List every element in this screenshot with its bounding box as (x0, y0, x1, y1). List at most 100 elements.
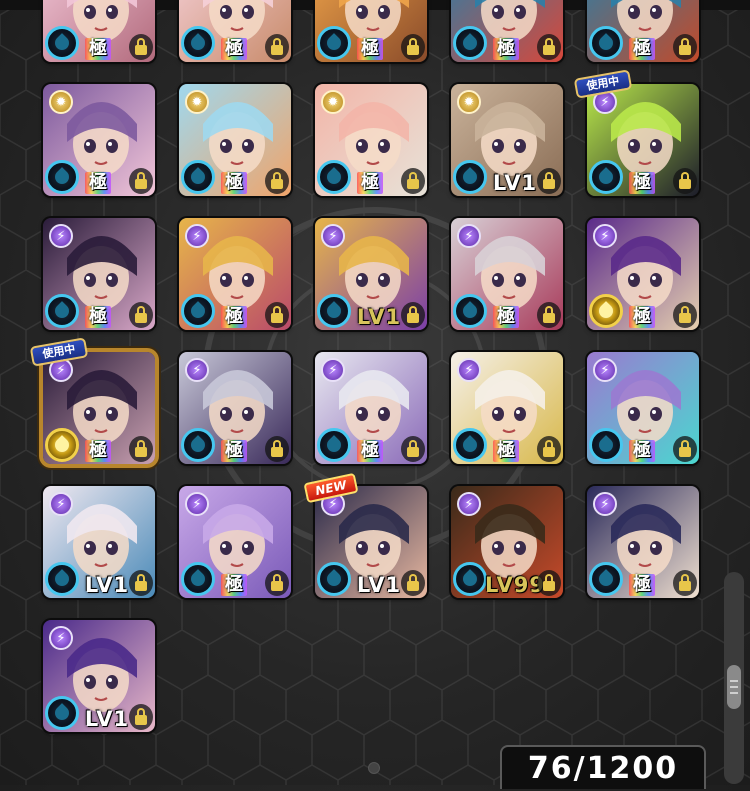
monster-box-grid: 極極極極極 ✹ 極 ✹ 極 ✹ 極 ✹ LV1 ⚡ 極使用中 ⚡ 極 ⚡ 極 ⚡ LV1 ⚡ 極 ⚡ 極 ⚡ 極使用中 ⚡ 極 ⚡… (0, 0, 720, 785)
dark-element-badge-icon: ⚡ (185, 492, 209, 516)
lock-icon[interactable] (537, 570, 561, 596)
monster-card[interactable]: ⚡ 極 (179, 352, 291, 464)
padlock-shape (271, 440, 283, 457)
light-element-badge-icon: ✹ (457, 90, 481, 114)
kiwame-badge: 極 (629, 38, 655, 60)
monster-card[interactable]: ⚡ 極 (315, 352, 427, 464)
lock-icon[interactable] (129, 168, 153, 194)
droplet-icon (52, 569, 72, 589)
lock-icon[interactable] (129, 570, 153, 596)
lock-icon[interactable] (673, 168, 697, 194)
scrollbar-thumb[interactable] (727, 665, 741, 709)
padlock-shape (271, 38, 283, 55)
water-orb-icon (45, 696, 79, 730)
dark-element-badge-icon: ⚡ (49, 492, 73, 516)
droplet-icon (460, 435, 480, 455)
monster-card[interactable]: ⚡ LV99 (451, 486, 563, 598)
lock-icon[interactable] (673, 302, 697, 328)
lock-icon[interactable] (401, 302, 425, 328)
lock-icon[interactable] (673, 34, 697, 60)
monster-card[interactable]: ⚡ 極 (587, 486, 699, 598)
droplet-icon (596, 33, 616, 53)
lock-icon[interactable] (401, 436, 425, 462)
monster-card[interactable]: ⚡ 極 (43, 352, 155, 464)
water-orb-icon (317, 294, 351, 328)
lock-icon[interactable] (537, 436, 561, 462)
light-element-badge-icon: ✹ (49, 90, 73, 114)
droplet-icon (460, 301, 480, 321)
droplet-icon (52, 301, 72, 321)
lock-icon[interactable] (537, 168, 561, 194)
kiwame-badge: 極 (85, 306, 111, 328)
droplet-icon (188, 435, 208, 455)
water-orb-icon (453, 160, 487, 194)
monster-card[interactable]: ⚡ 極 (587, 84, 699, 196)
monster-card[interactable]: ✹ LV1 (451, 84, 563, 196)
kiwame-badge: 極 (493, 440, 519, 462)
padlock-shape (135, 708, 147, 725)
monster-card[interactable]: 極 (587, 0, 699, 62)
dark-element-badge-icon: ⚡ (593, 492, 617, 516)
kiwame-badge: 極 (493, 306, 519, 328)
water-orb-icon (589, 294, 623, 328)
monster-card[interactable]: 極 (43, 0, 155, 62)
monster-card[interactable]: 極 (315, 0, 427, 62)
kiwame-badge: 極 (629, 172, 655, 194)
monster-card[interactable]: ⚡ 極 (179, 486, 291, 598)
padlock-shape (543, 38, 555, 55)
monster-card[interactable]: ⚡ 極 (587, 218, 699, 330)
monster-card[interactable]: ⚡ 極 (451, 218, 563, 330)
water-orb-icon (589, 428, 623, 462)
lock-icon[interactable] (673, 436, 697, 462)
lock-icon[interactable] (401, 34, 425, 60)
monster-card[interactable]: ⚡ 極 (179, 218, 291, 330)
padlock-shape (543, 306, 555, 323)
droplet-icon (52, 167, 72, 187)
droplet-icon (188, 167, 208, 187)
droplet-icon (596, 435, 616, 455)
padlock-shape (543, 574, 555, 591)
lock-icon[interactable] (265, 436, 289, 462)
droplet-icon (188, 33, 208, 53)
monster-card[interactable]: ✹ 極 (43, 84, 155, 196)
water-orb-icon (317, 26, 351, 60)
monster-card[interactable]: ⚡ LV1 (315, 218, 427, 330)
monster-card[interactable]: 極 (179, 0, 291, 62)
water-orb-icon (181, 428, 215, 462)
lock-icon[interactable] (537, 302, 561, 328)
monster-card[interactable]: ⚡ 極 (587, 352, 699, 464)
lock-icon[interactable] (129, 436, 153, 462)
padlock-shape (271, 306, 283, 323)
lock-icon[interactable] (265, 34, 289, 60)
lock-icon[interactable] (129, 34, 153, 60)
lock-icon[interactable] (265, 570, 289, 596)
water-orb-icon (181, 294, 215, 328)
level-label: LV1 (356, 573, 402, 597)
lock-icon[interactable] (537, 34, 561, 60)
padlock-shape (407, 172, 419, 189)
monster-card[interactable]: 極 (451, 0, 563, 62)
dark-element-badge-icon: ⚡ (457, 224, 481, 248)
lock-icon[interactable] (673, 570, 697, 596)
droplet-icon (52, 703, 72, 723)
lock-icon[interactable] (129, 302, 153, 328)
monster-card[interactable]: ⚡ LV1 (43, 620, 155, 732)
lock-icon[interactable] (401, 168, 425, 194)
droplet-icon (460, 569, 480, 589)
monster-card[interactable]: ⚡ 極 (43, 218, 155, 330)
monster-card[interactable]: ✹ 極 (179, 84, 291, 196)
kiwame-badge: 極 (629, 306, 655, 328)
lock-icon[interactable] (401, 570, 425, 596)
dark-element-badge-icon: ⚡ (457, 358, 481, 382)
monster-card[interactable]: ⚡ LV1 (43, 486, 155, 598)
dark-element-badge-icon: ⚡ (185, 358, 209, 382)
droplet-icon (188, 569, 208, 589)
lock-icon[interactable] (129, 704, 153, 730)
monster-card[interactable]: ⚡ LV1 (315, 486, 427, 598)
monster-card[interactable]: ⚡ 極 (451, 352, 563, 464)
lock-icon[interactable] (265, 302, 289, 328)
lock-icon[interactable] (265, 168, 289, 194)
padlock-shape (679, 38, 691, 55)
dark-element-badge-icon: ⚡ (457, 492, 481, 516)
monster-card[interactable]: ✹ 極 (315, 84, 427, 196)
